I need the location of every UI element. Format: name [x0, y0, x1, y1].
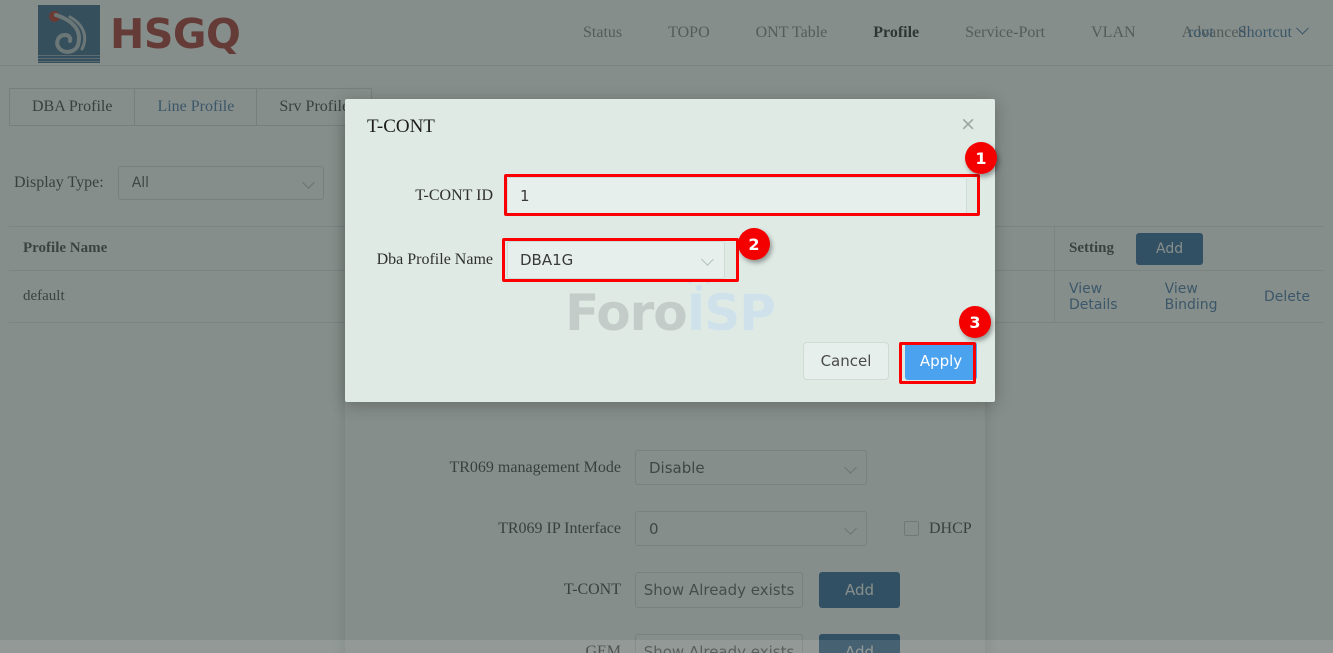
dba-profile-row: Dba Profile Name DBA1G: [357, 241, 725, 279]
tcont-add-button[interactable]: Add: [819, 572, 901, 608]
tr069-mode-value: Disable: [649, 458, 705, 477]
tcont-id-row: T-CONT ID: [357, 177, 967, 215]
display-type-value: All: [131, 175, 150, 191]
tcont-label: T-CONT: [563, 581, 621, 598]
view-binding-link[interactable]: View Binding: [1165, 281, 1242, 313]
logo-baselines-icon: [38, 53, 100, 62]
nav-item-profile[interactable]: Profile: [850, 24, 942, 42]
shortcut-label: Shortcut: [1237, 24, 1292, 41]
chevron-down-icon: [844, 461, 857, 474]
main-navigation: Status TOPO ONT Table Profile Service-Po…: [560, 0, 1269, 66]
add-dialog-form: TR069 management Mode Disable TR069 IP I…: [345, 450, 985, 653]
field-row-gem: GEM Show Already exists Add: [345, 634, 985, 653]
dba-profile-select[interactable]: DBA1G: [507, 241, 725, 279]
dhcp-checkbox[interactable]: [904, 521, 919, 536]
tcont-id-label: T-CONT ID: [415, 187, 493, 204]
tr069-ip-interface-value: 0: [649, 519, 659, 538]
shortcut-menu[interactable]: Shortcut: [1226, 21, 1319, 42]
app-header: HSGQ Status TOPO ONT Table Profile Servi…: [0, 0, 1333, 66]
chevron-down-icon: [1296, 21, 1309, 35]
tr069-ip-interface-label: TR069 IP Interface: [498, 519, 621, 537]
chevron-down-icon: [301, 176, 315, 189]
nav-item-vlan[interactable]: VLAN: [1068, 24, 1158, 42]
watermark-isp: ISP: [686, 284, 776, 342]
foroisp-watermark: Foro ISP: [345, 271, 995, 342]
hsgq-logo-icon: [38, 5, 100, 63]
tr069-mode-select[interactable]: Disable: [635, 450, 867, 485]
tcont-id-input[interactable]: [507, 177, 967, 215]
add-profile-button[interactable]: Add: [1136, 232, 1204, 265]
apply-button[interactable]: Apply: [905, 342, 977, 380]
nav-item-topo[interactable]: TOPO: [645, 24, 733, 42]
close-icon[interactable]: ×: [960, 115, 976, 134]
dhcp-checkbox-wrap[interactable]: DHCP: [904, 520, 972, 538]
header-user-area: root Shortcut: [1176, 0, 1319, 66]
brand-name: HSGQ: [110, 9, 241, 58]
annotation-badge-3: 3: [959, 306, 991, 338]
header-setting-cell: Setting Add: [1055, 227, 1324, 270]
nav-item-ont-table[interactable]: ONT Table: [733, 24, 851, 42]
display-type-label: Display Type:: [14, 174, 104, 191]
profile-tabbar: DBA Profile Line Profile Srv Profile: [9, 88, 373, 126]
tcont-dialog-title: T-CONT: [367, 116, 435, 137]
dhcp-label: DHCP: [929, 519, 972, 537]
cell-row-actions: View Details View Binding Delete: [1055, 271, 1324, 322]
tr069-ip-interface-select[interactable]: 0: [635, 511, 867, 546]
logo-swoosh-icon: [54, 13, 87, 54]
brand-logo[interactable]: HSGQ: [38, 5, 241, 63]
tab-dba-profile[interactable]: DBA Profile: [9, 88, 135, 126]
dba-profile-value: DBA1G: [520, 251, 574, 269]
gem-show-exists-button[interactable]: Show Already exists: [635, 634, 803, 653]
view-details-link[interactable]: View Details: [1069, 281, 1143, 313]
tr069-mode-label: TR069 management Mode: [449, 458, 621, 476]
chevron-down-icon: [844, 522, 857, 535]
field-row-tr069-ip-interface: TR069 IP Interface 0 DHCP: [345, 511, 985, 546]
screenshot-root: HSGQ Status TOPO ONT Table Profile Servi…: [0, 0, 1333, 653]
nav-item-status[interactable]: Status: [560, 24, 645, 42]
watermark-text: Foro ISP: [565, 271, 776, 342]
header-setting-label: Setting: [1069, 240, 1114, 256]
cancel-button[interactable]: Cancel: [803, 342, 889, 380]
watermark-foro: Foro: [565, 284, 687, 342]
nav-item-service-port[interactable]: Service-Port: [942, 24, 1068, 42]
field-row-tcont: T-CONT Show Already exists Add: [345, 572, 985, 608]
tcont-dialog: T-CONT × Foro ISP T-CONT ID Dba Profile …: [345, 99, 995, 402]
display-type-filter: Display Type: All: [14, 166, 324, 200]
current-user-link[interactable]: root: [1176, 24, 1226, 42]
gem-label: GEM: [585, 643, 621, 653]
gem-add-button[interactable]: Add: [819, 634, 901, 653]
dba-profile-label: Dba Profile Name: [376, 251, 493, 268]
chevron-down-icon: [701, 253, 714, 266]
field-row-tr069-mode: TR069 management Mode Disable: [345, 450, 985, 485]
annotation-badge-2: 2: [738, 228, 770, 260]
tcont-show-exists-button[interactable]: Show Already exists: [635, 572, 803, 608]
tcont-dialog-footer: Cancel Apply: [803, 342, 977, 380]
display-type-select[interactable]: All: [117, 166, 324, 200]
tab-line-profile[interactable]: Line Profile: [134, 88, 257, 126]
delete-link[interactable]: Delete: [1264, 289, 1310, 305]
annotation-badge-1: 1: [965, 142, 997, 174]
